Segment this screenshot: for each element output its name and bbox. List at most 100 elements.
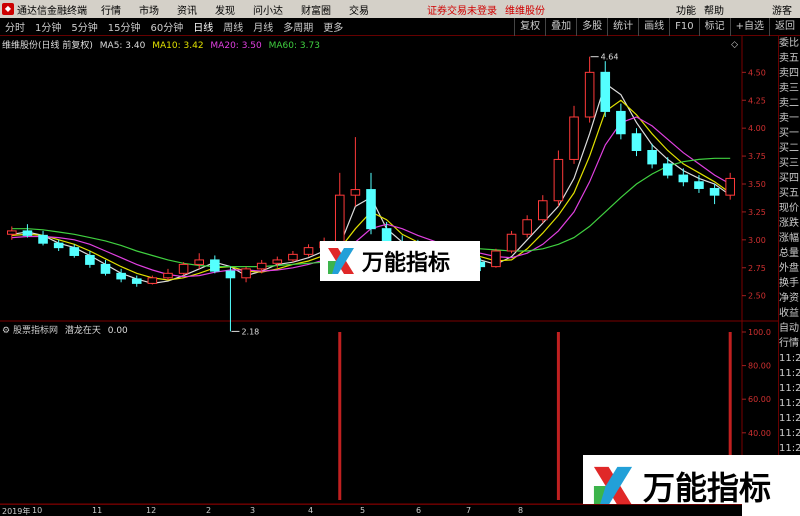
candle-body <box>506 233 517 252</box>
chart-settings-icon[interactable]: ◇ <box>731 40 738 50</box>
candle-body <box>662 163 673 176</box>
candle-body <box>303 247 314 255</box>
quote-panel-item: 换手 <box>779 278 799 289</box>
stock-period-label: 维维股份(日线 前复权) <box>2 41 93 51</box>
quote-panel-item: 卖一 <box>779 113 799 124</box>
ma5-value: MA5: 3.40 <box>99 41 146 51</box>
indicator-tick-label: 80.00 <box>748 362 771 371</box>
date-axis: 2019年 10 11 12 2 3 4 5 6 7 8 <box>0 504 742 516</box>
candle-body <box>366 189 376 230</box>
candle-body <box>38 234 48 244</box>
candle-body <box>85 254 95 265</box>
date-label: 7 <box>466 506 472 515</box>
indicator-value: 0.00 <box>107 326 128 336</box>
quote-panel-item: 11:2 <box>779 428 800 439</box>
signal-bar <box>338 332 342 500</box>
date-label: 11 <box>92 506 103 515</box>
annotation-label: 2.18 <box>241 327 259 336</box>
price-tick-label: 3.75 <box>748 152 766 161</box>
candle-body <box>334 194 345 243</box>
indicator-source: 股票指标网 <box>12 326 58 336</box>
candle-body <box>194 259 205 265</box>
candle-body <box>131 278 142 284</box>
candle-body <box>537 200 548 221</box>
price-tick-label: 3.25 <box>748 208 766 217</box>
watermark-center: 万能指标 <box>320 241 480 281</box>
candle-body <box>709 187 720 196</box>
date-label: 4 <box>308 506 314 515</box>
signal-bar <box>556 332 560 500</box>
price-tick-label: 2.75 <box>748 264 766 273</box>
candle-body <box>522 219 532 235</box>
candle-body <box>100 263 111 274</box>
watermark-logo-icon <box>328 248 354 274</box>
quote-panel-item: 11:2 <box>779 413 800 424</box>
indicator-header: ⚙ 股票指标网 潜龙在天 0.00 <box>2 323 128 336</box>
candle-body <box>616 110 626 135</box>
quote-panel-item: 11:2 <box>779 398 800 409</box>
candle-body <box>22 230 33 236</box>
candle-body <box>241 268 251 279</box>
ma10-value: MA10: 3.42 <box>152 41 204 51</box>
quote-panel-item: 买三 <box>779 158 799 169</box>
date-label: 2 <box>206 506 212 515</box>
quote-panel-item: 卖五 <box>779 53 799 64</box>
quote-panel-item: 净资 <box>779 293 799 304</box>
indicator-tick-label: 100.0 <box>748 328 771 337</box>
candle-body <box>491 250 501 268</box>
indicator-tick-label: 40.00 <box>748 429 771 438</box>
candle-body <box>678 174 689 183</box>
candle-body <box>584 71 595 118</box>
quote-panel-item: 总量 <box>779 248 799 259</box>
candle-body <box>288 253 298 261</box>
quote-panel-item: 委比 <box>779 38 799 49</box>
quote-panel-item: 11:2 <box>779 443 800 454</box>
date-label: 12 <box>146 506 157 515</box>
quote-panel-item: 涨跌 <box>779 218 799 229</box>
date-label: 6 <box>416 506 422 515</box>
quote-panel-item: 涨幅 <box>779 233 799 244</box>
candle-body <box>350 189 361 196</box>
quote-panel-item: 收益 <box>779 308 799 319</box>
candle-body <box>569 116 579 160</box>
quote-panel: 委比 卖五 卖四 卖三 卖二 卖一 买一 买二 买三 买四 买五 现价 涨跌 涨幅 总量 外盘 换手 净资 收益 自动… <box>778 36 800 506</box>
quote-panel-item: 买五 <box>779 188 799 199</box>
quote-panel-item: 现价 <box>779 203 799 214</box>
quote-panel-item: 11:2 <box>779 383 800 394</box>
price-axis: 4.50 4.25 4.00 3.75 3.50 3.25 3.00 2.75 2.50 100.… <box>742 68 771 471</box>
candle-body <box>116 272 126 280</box>
date-label: 5 <box>360 506 366 515</box>
quote-panel-item: 自动 <box>779 323 799 334</box>
candle-body <box>147 277 158 284</box>
date-label: 2019年 <box>2 507 31 516</box>
price-tick-label: 2.50 <box>748 292 766 301</box>
quote-panel-item: 买二 <box>779 143 799 154</box>
price-tick-label: 3.00 <box>748 236 766 245</box>
date-label: 8 <box>518 506 524 515</box>
annotation-label: 4.64 <box>601 53 619 62</box>
price-tick-label: 3.50 <box>748 180 766 189</box>
quote-panel-item: 外盘 <box>779 263 799 274</box>
quote-panel-item: 卖三 <box>779 83 799 94</box>
candle-body <box>600 71 611 112</box>
price-tick-label: 4.00 <box>748 124 766 133</box>
indicator-gear-icon[interactable]: ⚙ <box>2 326 10 336</box>
candle-body <box>647 150 657 165</box>
candle-body <box>69 247 80 256</box>
indicator-name: 潜龙在天 <box>64 326 101 336</box>
quote-panel-item: 买四 <box>779 173 799 184</box>
candle-body <box>163 272 173 279</box>
quote-panel-item: 买一 <box>779 128 799 139</box>
indicator-tick-label: 60.00 <box>748 395 771 404</box>
candle-body <box>272 259 283 264</box>
price-tick-label: 4.25 <box>748 96 766 105</box>
candle-body <box>256 262 267 270</box>
ma20-value: MA20: 3.50 <box>210 41 262 51</box>
date-label: 10 <box>32 506 43 515</box>
watermark-logo-icon <box>593 466 633 505</box>
watermark-text: 万能指标 <box>362 251 451 276</box>
candle-body <box>178 263 189 274</box>
candle-body <box>631 133 642 151</box>
candle-body <box>225 270 236 279</box>
candle-body <box>553 158 564 202</box>
